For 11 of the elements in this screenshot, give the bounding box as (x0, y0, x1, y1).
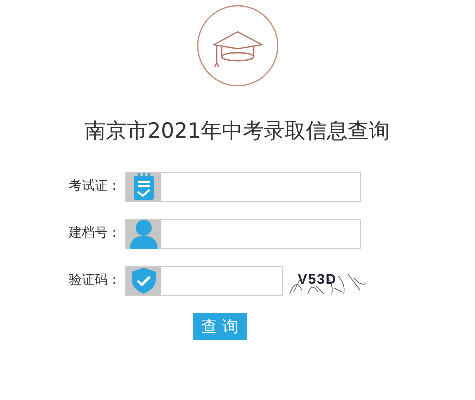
user-icon (128, 219, 158, 249)
input-field[interactable] (125, 219, 361, 249)
shield-check-icon (132, 268, 156, 294)
captcha-image[interactable]: V53D (288, 266, 368, 296)
field-label: 考试证： (68, 178, 122, 196)
input-field[interactable] (125, 172, 361, 202)
notepad-icon (132, 173, 154, 201)
page-title: 南京市2021年中考录取信息查询 (84, 118, 392, 145)
field-label: 验证码： (68, 272, 122, 290)
input-field[interactable] (125, 266, 283, 296)
field-label: 建档号： (68, 225, 122, 244)
